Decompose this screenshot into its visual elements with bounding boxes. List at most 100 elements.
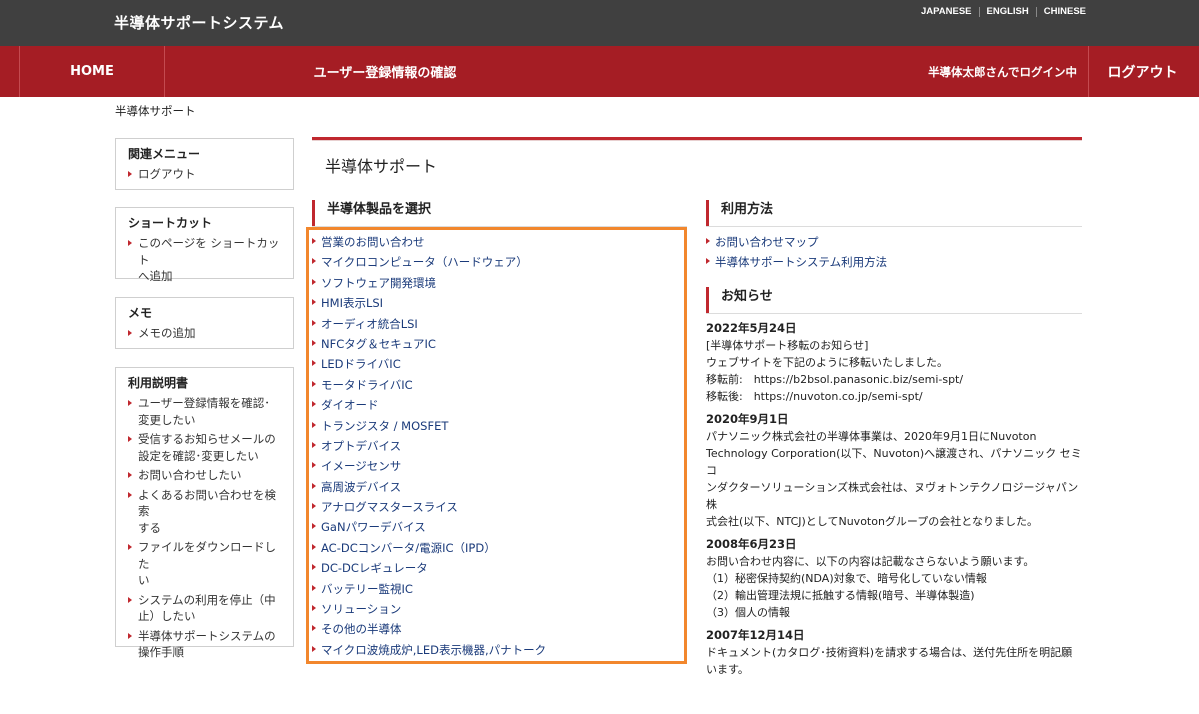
language-switcher: JAPANESE ENGLISH CHINESE [921, 6, 1086, 17]
sidebar-item-manual[interactable]: システムの利用を停止（中 止）したい [128, 592, 281, 625]
product-link[interactable]: アナログマスタースライス [312, 498, 546, 518]
page-title: 半導体サポート [325, 157, 438, 176]
usage-heading: 利用方法 [706, 200, 773, 226]
product-link[interactable]: マイクロコンピュータ（ハードウェア） [312, 253, 546, 273]
arrow-icon [312, 523, 316, 530]
product-link[interactable]: オプトデバイス [312, 437, 546, 457]
news-item: 2007年12月14日 ドキュメント(カタログ･技術資料)を請求する場合は、送付… [706, 627, 1082, 678]
product-link[interactable]: DC-DCレギュレータ [312, 559, 546, 579]
lang-chinese[interactable]: CHINESE [1044, 6, 1086, 17]
arrow-icon [312, 238, 316, 244]
lang-japanese[interactable]: JAPANESE [921, 6, 972, 17]
usage-link-system-usage[interactable]: 半導体サポートシステム利用方法 [706, 253, 887, 273]
arrow-icon [312, 503, 316, 510]
login-status: 半導体太郎さんでログイン中 [928, 64, 1077, 79]
product-link[interactable]: その他の半導体 [312, 620, 546, 640]
sidebar-related-menu: 関連メニュー ログアウト [115, 138, 294, 190]
news-item: 2008年6月23日 お問い合わせ内容に、以下の内容は記載なさらないよう願います… [706, 536, 1082, 621]
nav-home[interactable]: HOME [20, 46, 164, 97]
arrow-icon [706, 238, 710, 244]
arrow-icon [312, 462, 316, 469]
product-link[interactable]: GaNパワーデバイス [312, 518, 546, 538]
arrow-icon [312, 625, 316, 632]
news-body: パナソニック株式会社の半導体事業は、2020年9月1日にNuvoton Tech… [706, 430, 1082, 528]
product-link[interactable]: 営業のお問い合わせ [312, 233, 546, 253]
product-link[interactable]: HMI表示LSI [312, 294, 546, 314]
product-link[interactable]: トランジスタ / MOSFET [312, 417, 546, 437]
news-date: 2022年5月24日 [706, 321, 797, 335]
news-date: 2008年6月23日 [706, 537, 797, 551]
news-date: 2020年9月1日 [706, 412, 789, 426]
product-link[interactable]: オーディオ統合LSI [312, 315, 546, 335]
nav-confirm-user-info[interactable]: ユーザー登録情報の確認 [165, 46, 605, 97]
arrow-icon [312, 360, 316, 367]
product-link[interactable]: バッテリー監視IC [312, 580, 546, 600]
sidebar-memo: メモ メモの追加 [115, 297, 294, 349]
sidebar-heading: メモ [128, 306, 153, 320]
arrow-icon [128, 596, 132, 603]
product-link[interactable]: マイクロ波焼成炉,LED表示機器,パナトーク [312, 641, 546, 661]
sidebar-item-manual[interactable]: よくあるお問い合わせを検索 する [128, 487, 281, 537]
section-rule [706, 313, 1082, 314]
arrow-icon [312, 339, 316, 346]
breadcrumb[interactable]: 半導体サポート [115, 103, 196, 119]
arrow-icon [128, 632, 132, 639]
news-body: お問い合わせ内容に、以下の内容は記載なさらないよう願います。 （1）秘密保持契約… [706, 555, 1035, 619]
arrow-icon [128, 330, 132, 336]
usage-link-inquiry-map[interactable]: お問い合わせマップ [706, 233, 887, 253]
news-item: 2020年9月1日 パナソニック株式会社の半導体事業は、2020年9月1日にNu… [706, 411, 1082, 530]
product-link[interactable]: 高周波デバイス [312, 478, 546, 498]
product-link[interactable]: イメージセンサ [312, 457, 546, 477]
sidebar-heading: 利用説明書 [128, 376, 189, 390]
product-list: 営業のお問い合わせ マイクロコンピュータ（ハードウェア） ソフトウェア開発環境 HMI… [312, 233, 546, 661]
sidebar-item-manual[interactable]: ファイルをダウンロードした い [128, 539, 281, 589]
top-header: 半導体サポートシステム JAPANESE ENGLISH CHINESE [0, 0, 1199, 46]
arrow-icon [128, 491, 132, 498]
nav-logout[interactable]: ログアウト [1090, 46, 1199, 97]
arrow-icon [312, 564, 316, 571]
nav-divider [1088, 46, 1089, 97]
product-link[interactable]: モータドライバIC [312, 376, 546, 396]
sidebar-manual: 利用説明書 ユーザー登録情報を確認･ 変更したい 受信するお知らせメールの 設定… [115, 367, 294, 659]
product-link[interactable]: ソリューション [312, 600, 546, 620]
sidebar-item-manual[interactable]: 受信するお知らせメールの 設定を確認･変更したい [128, 431, 281, 464]
news-date: 2007年12月14日 [706, 628, 805, 642]
sidebar-heading: ショートカット [128, 216, 213, 230]
title-rule [312, 140, 1082, 141]
sidebar-item-manual[interactable]: ユーザー登録情報を確認･ 変更したい [128, 395, 281, 428]
arrow-icon [312, 319, 316, 326]
sidebar-item-manual[interactable]: 半導体サポートシステムの 操作手順 [128, 628, 281, 661]
product-link[interactable]: LEDドライバIC [312, 355, 546, 375]
arrow-icon [312, 584, 316, 591]
news-body: ドキュメント(カタログ･技術資料)を請求する場合は、送付先住所を明記願 います。 [706, 646, 1073, 676]
sidebar-item-add-memo[interactable]: メモの追加 [128, 325, 281, 342]
product-link[interactable]: ダイオード [312, 396, 546, 416]
sidebar-heading: 関連メニュー [128, 147, 201, 161]
arrow-icon [128, 544, 132, 550]
arrow-icon [128, 400, 132, 406]
sidebar-item-add-shortcut[interactable]: このページを ショートカット へ追加 [128, 235, 281, 285]
news-item: 2022年5月24日 [半導体サポート移転のお知らせ] ウェブサイトを下記のよう… [706, 320, 1082, 405]
sidebar-item-manual[interactable]: お問い合わせしたい [128, 467, 281, 484]
arrow-icon [706, 258, 710, 265]
arrow-icon [128, 436, 132, 442]
product-link[interactable]: AC-DCコンバータ/電源IC（IPD） [312, 539, 546, 559]
main-nav: HOME ユーザー登録情報の確認 半導体太郎さんでログイン中 ログアウト [0, 46, 1199, 97]
product-link[interactable]: NFCタグ＆セキュアIC [312, 335, 546, 355]
sidebar-item-logout[interactable]: ログアウト [128, 166, 281, 183]
divider [1035, 6, 1037, 17]
arrow-icon [312, 380, 316, 387]
arrow-icon [312, 441, 316, 448]
arrow-icon [312, 401, 316, 408]
usage-list: お問い合わせマップ 半導体サポートシステム利用方法 [706, 233, 887, 274]
arrow-icon [312, 258, 316, 265]
arrow-icon [128, 240, 132, 246]
lang-english[interactable]: ENGLISH [987, 6, 1029, 17]
news-body: [半導体サポート移転のお知らせ] ウェブサイトを下記のように移転いたしました。 … [706, 339, 964, 403]
divider [978, 6, 980, 17]
product-link[interactable]: ソフトウェア開発環境 [312, 274, 546, 294]
arrow-icon [312, 278, 316, 285]
arrow-icon [128, 171, 132, 177]
site-title[interactable]: 半導体サポートシステム [114, 12, 284, 33]
arrow-icon [312, 543, 316, 550]
